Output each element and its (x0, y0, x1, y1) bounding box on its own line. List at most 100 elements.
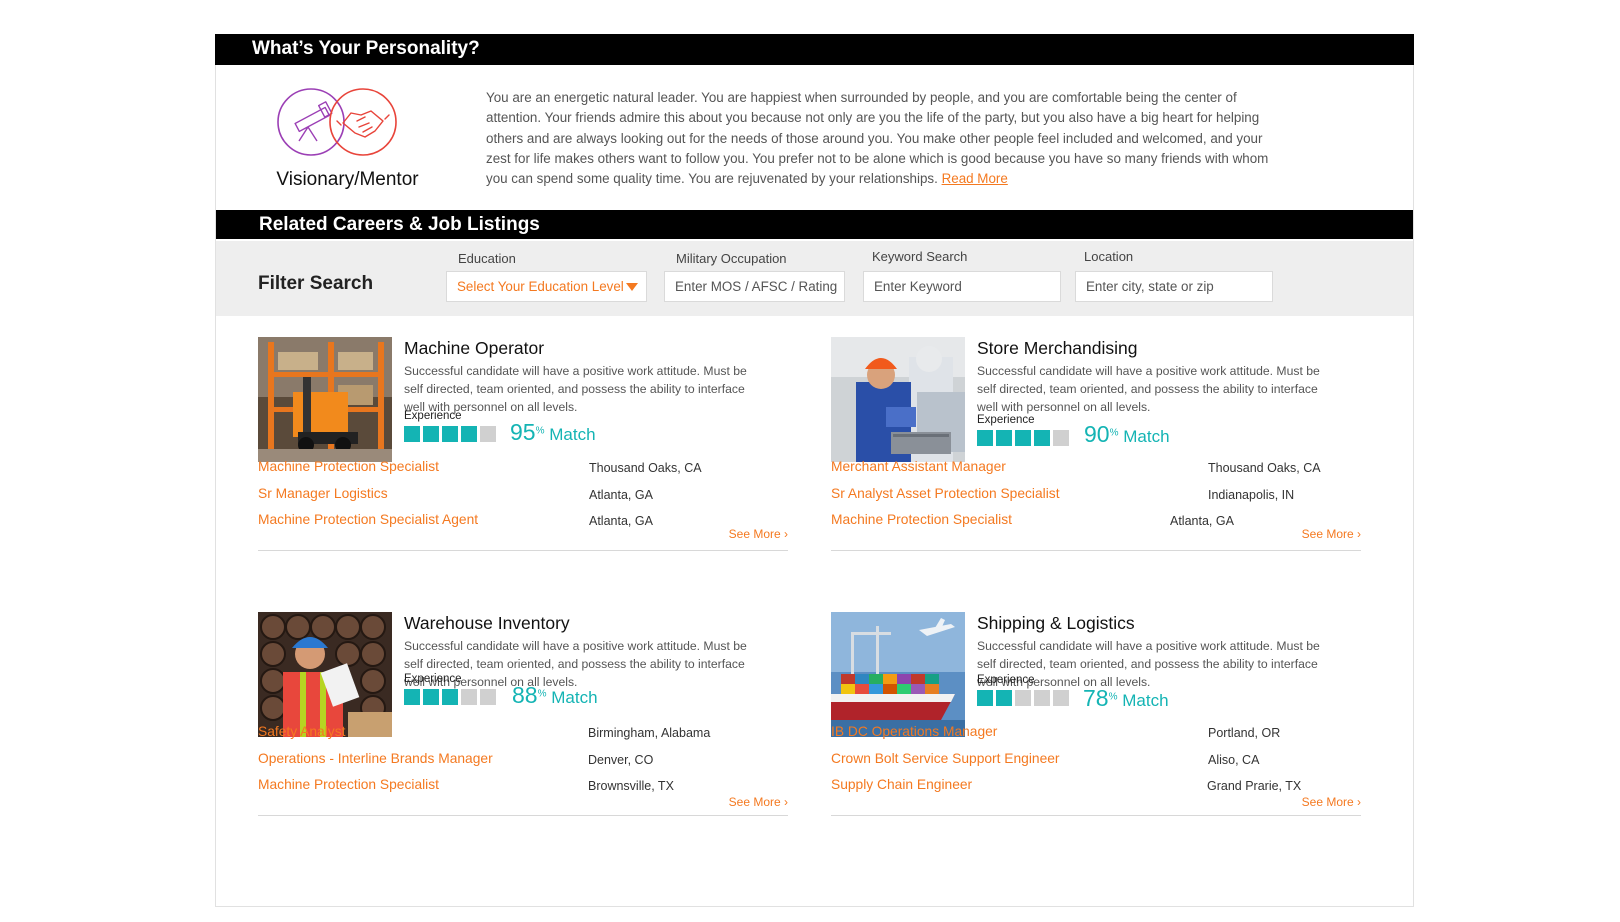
career-card-warehouse-inventory: Warehouse Inventory Successful candidate… (258, 612, 788, 857)
experience-meter (977, 690, 1069, 706)
read-more-link[interactable]: Read More (942, 171, 1008, 186)
keyword-placeholder: Enter Keyword (874, 279, 962, 294)
experience-label: Experience (977, 414, 1035, 426)
job-title-link[interactable]: Merchant Assistant Manager (831, 459, 1006, 474)
see-more-link[interactable]: See More › (1302, 527, 1361, 541)
see-more-link[interactable]: See More › (1302, 795, 1361, 809)
experience-label: Experience (977, 674, 1035, 686)
location-input[interactable]: Enter city, state or zip (1075, 271, 1273, 302)
experience-meter (977, 430, 1069, 446)
job-listing-row: Machine Protection Specialist Agent Atla… (258, 512, 788, 532)
card-divider (258, 815, 788, 816)
card-divider (831, 815, 1361, 816)
caret-down-icon (626, 283, 638, 291)
experience-block (1015, 430, 1031, 446)
job-title-link[interactable]: Machine Protection Specialist (258, 459, 439, 474)
experience-block (996, 430, 1012, 446)
experience-label: Experience (404, 410, 462, 422)
job-title-link[interactable]: Crown Bolt Service Support Engineer (831, 751, 1060, 766)
experience-block (442, 426, 458, 442)
experience-meter (404, 426, 496, 442)
match-percent: 95 (510, 419, 536, 445)
education-label: Education (458, 251, 516, 266)
experience-block (404, 426, 420, 442)
career-image-store-merchandising[interactable] (831, 337, 965, 462)
experience-meter (404, 689, 496, 705)
job-location: Thousand Oaks, CA (589, 461, 702, 475)
handshake-icon (329, 88, 397, 156)
job-location: Atlanta, GA (589, 514, 653, 528)
job-location: Grand Prarie, TX (1207, 779, 1302, 793)
experience-block (404, 689, 420, 705)
job-location: Denver, CO (588, 753, 654, 767)
match-score: 90% Match (1084, 421, 1170, 448)
experience-block (1053, 690, 1069, 706)
job-title-link[interactable]: IB DC Operations Manager (831, 724, 997, 739)
percent-sign: % (535, 425, 545, 437)
experience-block (977, 690, 993, 706)
location-placeholder: Enter city, state or zip (1086, 279, 1214, 294)
career-description: Successful candidate will have a positiv… (977, 364, 1320, 414)
keyword-search-input[interactable]: Enter Keyword (863, 271, 1061, 302)
persona-name: Visionary/Mentor (276, 169, 419, 190)
experience-block (442, 689, 458, 705)
job-listing-row: IB DC Operations Manager Portland, OR (831, 724, 1361, 744)
job-listing-row: Sr Manager Logistics Atlanta, GA (258, 486, 788, 506)
personality-header-bar: What’s Your Personality? (215, 34, 1414, 65)
career-title[interactable]: Store Merchandising (977, 338, 1138, 359)
job-title-link[interactable]: Sr Manager Logistics (258, 486, 388, 501)
career-description: Successful candidate will have a positiv… (404, 364, 747, 414)
job-listing-row: Merchant Assistant Manager Thousand Oaks… (831, 459, 1361, 479)
military-occupation-input[interactable]: Enter MOS / AFSC / Rating (664, 271, 845, 302)
career-image-machine-operator[interactable] (258, 337, 392, 462)
job-location: Brownsville, TX (588, 779, 674, 793)
career-card-shipping-logistics: Shipping & Logistics Successful candidat… (831, 612, 1361, 857)
job-listing-row: Machine Protection Specialist Atlanta, G… (831, 512, 1361, 532)
experience-block (461, 426, 477, 442)
job-listing-row: Operations - Interline Brands Manager De… (258, 751, 788, 771)
job-title-link[interactable]: Machine Protection Specialist (258, 777, 439, 792)
job-location: Portland, OR (1208, 726, 1281, 740)
experience-block (423, 689, 439, 705)
job-location: Thousand Oaks, CA (1208, 461, 1321, 475)
experience-block (977, 430, 993, 446)
see-more-link[interactable]: See More › (729, 795, 788, 809)
match-word: Match (549, 425, 596, 444)
career-image-shipping-logistics[interactable] (831, 612, 965, 737)
job-title-link[interactable]: Machine Protection Specialist (831, 512, 1012, 527)
job-title-link[interactable]: Sr Analyst Asset Protection Specialist (831, 486, 1060, 501)
education-select-value: Select Your Education Level (457, 279, 624, 294)
experience-block (423, 426, 439, 442)
job-listing-row: Crown Bolt Service Support Engineer Alis… (831, 751, 1361, 771)
location-label: Location (1084, 249, 1134, 264)
job-title-link[interactable]: Supply Chain Engineer (831, 777, 972, 792)
job-title-link[interactable]: Safety Analyst (258, 724, 345, 739)
career-card-machine-operator: Machine Operator Successful candidate wi… (258, 337, 788, 582)
experience-block (1015, 690, 1031, 706)
job-title-link[interactable]: Operations - Interline Brands Manager (258, 751, 493, 766)
experience-block (480, 426, 496, 442)
experience-label: Experience (404, 673, 462, 685)
personality-header: What’s Your Personality? (252, 38, 480, 59)
percent-sign: % (537, 688, 547, 700)
persona-description-text: You are an energetic natural leader. You… (486, 90, 1269, 187)
career-title[interactable]: Warehouse Inventory (404, 613, 570, 634)
percent-sign: % (1108, 691, 1118, 703)
related-careers-header-bar: Related Careers & Job Listings (216, 210, 1413, 239)
keyword-label: Keyword Search (872, 249, 968, 264)
match-word: Match (1123, 427, 1170, 446)
match-score: 88% Match (512, 682, 598, 709)
career-image-warehouse-inventory[interactable] (258, 612, 392, 737)
career-title[interactable]: Machine Operator (404, 338, 544, 359)
filter-title: Filter Search (258, 273, 374, 294)
career-card-store-merchandising: Store Merchandising Successful candidate… (831, 337, 1361, 582)
match-percent: 90 (1084, 421, 1110, 447)
job-location: Birmingham, Alabama (588, 726, 711, 740)
experience-block (1053, 430, 1069, 446)
see-more-link[interactable]: See More › (729, 527, 788, 541)
career-title[interactable]: Shipping & Logistics (977, 613, 1135, 634)
job-location: Aliso, CA (1208, 753, 1260, 767)
education-select[interactable]: Select Your Education Level (446, 271, 647, 302)
job-listing-row: Machine Protection Specialist Thousand O… (258, 459, 788, 479)
job-title-link[interactable]: Machine Protection Specialist Agent (258, 512, 478, 527)
